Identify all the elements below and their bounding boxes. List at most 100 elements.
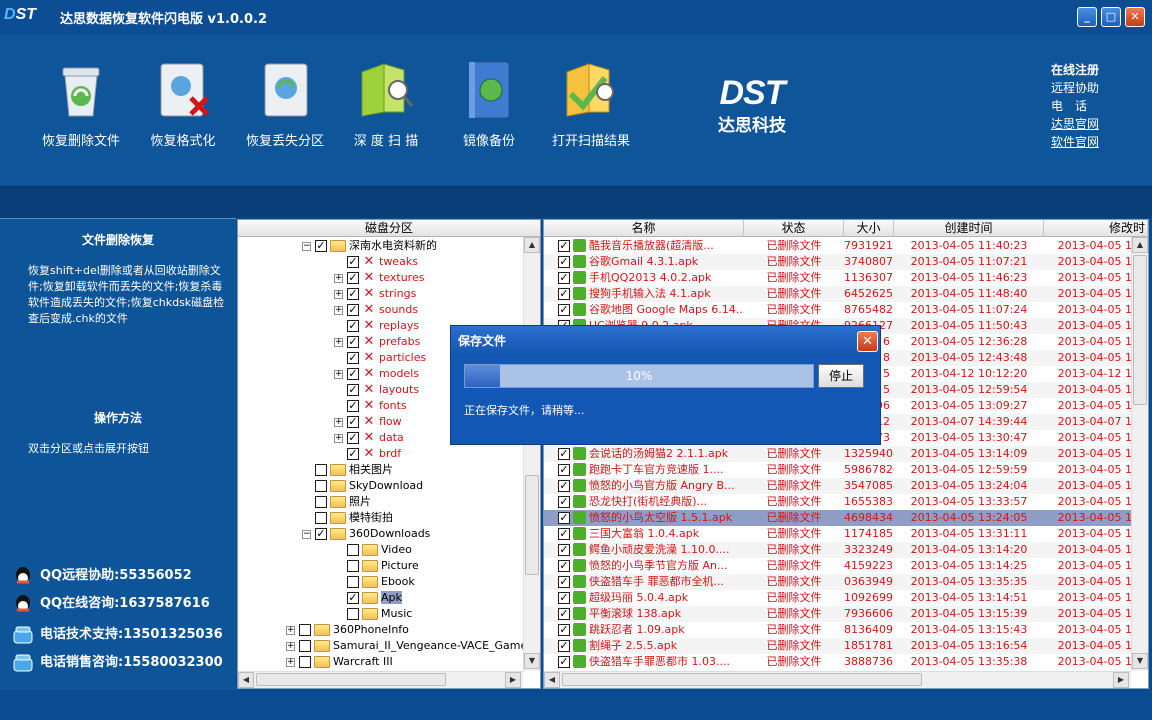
- tree-node[interactable]: Music: [334, 606, 412, 622]
- column-status[interactable]: 状态: [744, 220, 844, 237]
- tree-scroll-thumb[interactable]: [525, 475, 539, 575]
- tree-node[interactable]: + ✓ ✕ flow: [334, 414, 402, 430]
- row-checkbox[interactable]: ✓: [558, 528, 570, 540]
- tree-node[interactable]: ✓ ✕ particles: [334, 350, 426, 366]
- scroll-left-icon[interactable]: ◀: [544, 672, 560, 688]
- tree-hscroll-thumb[interactable]: [256, 673, 446, 686]
- table-row[interactable]: ✓ 平衡滚球 138.apk 已删除文件 7936606 2013-04-05 13:1…: [544, 606, 1132, 622]
- row-checkbox[interactable]: ✓: [558, 512, 570, 524]
- tree-node[interactable]: +360PhoneInfo: [286, 622, 409, 638]
- expand-toggle-icon[interactable]: −: [302, 241, 311, 251]
- contact-qq-online[interactable]: QQ在线咨询:1637587616: [12, 592, 210, 614]
- node-checkbox[interactable]: [347, 560, 359, 572]
- tree-node[interactable]: + ✓ ✕ textures: [334, 270, 424, 286]
- list-horizontal-scrollbar[interactable]: ◀ ▶: [544, 671, 1131, 688]
- tree-node[interactable]: Picture: [334, 558, 419, 574]
- expand-toggle-icon[interactable]: +: [286, 657, 295, 667]
- column-name[interactable]: 名称: [544, 220, 744, 237]
- partition-tree[interactable]: 磁盘分区 − ✓ 深南水电资料新的 ✓ ✕ tweaks + ✓ ✕ textures + ✓ ✕ str…: [237, 219, 541, 689]
- row-checkbox[interactable]: ✓: [558, 592, 570, 604]
- tree-node[interactable]: ✓ ✕ layouts: [334, 382, 419, 398]
- table-row[interactable]: ✓ 愤怒的小鸟季节官方版 An... 已删除文件 41592235 2013-04-05…: [544, 558, 1132, 574]
- node-checkbox[interactable]: ✓: [347, 320, 359, 332]
- node-checkbox[interactable]: ✓: [347, 336, 359, 348]
- scroll-down-icon[interactable]: ▼: [1132, 653, 1148, 669]
- row-checkbox[interactable]: ✓: [558, 256, 570, 268]
- column-modified[interactable]: 修改时: [1044, 220, 1148, 237]
- tree-node[interactable]: − ✓ 360Downloads: [302, 526, 430, 542]
- tree-node[interactable]: + ✓ ✕ strings: [334, 286, 416, 302]
- node-checkbox[interactable]: [315, 480, 327, 492]
- scroll-right-icon[interactable]: ▶: [1113, 672, 1129, 688]
- table-row[interactable]: ✓ 谷歌地图 Google Maps 6.14... 已删除文件 8765482 201…: [544, 302, 1132, 318]
- close-button[interactable]: ✕: [1125, 7, 1145, 27]
- node-checkbox[interactable]: ✓: [347, 288, 359, 300]
- software-site-link[interactable]: 软件官网: [1051, 133, 1099, 151]
- table-row[interactable]: ✓ 侠盗猎车手罪恶都市 1.03.... 已删除文件 3888736 2013-04-0…: [544, 654, 1132, 670]
- tree-node[interactable]: Video: [334, 542, 412, 558]
- tree-node[interactable]: 模特街拍: [302, 510, 393, 526]
- expand-toggle-icon[interactable]: +: [334, 417, 343, 427]
- row-checkbox[interactable]: ✓: [558, 640, 570, 652]
- phone-link[interactable]: 电 话: [1051, 97, 1099, 115]
- node-checkbox[interactable]: ✓: [347, 304, 359, 316]
- column-size[interactable]: 大小: [844, 220, 894, 237]
- table-row[interactable]: ✓ 跳跃忍者 1.09.apk 已删除文件 8136409 2013-04-05 13:…: [544, 622, 1132, 638]
- node-checkbox[interactable]: [299, 640, 311, 652]
- tree-node[interactable]: + Warcraft III: [286, 654, 393, 670]
- file-list[interactable]: 名称 状态 大小 创建时间 修改时 ✓ 酷我音乐播放器(超清版... 已删除文件 79…: [543, 219, 1149, 689]
- table-row[interactable]: ✓ 侠盗猎车手 罪恶都市全机... 已删除文件 03639495 2013-04-05 …: [544, 574, 1132, 590]
- list-scroll-thumb[interactable]: [1133, 255, 1147, 405]
- online-register-link[interactable]: 在线注册: [1051, 61, 1099, 79]
- list-hscroll-thumb[interactable]: [562, 673, 922, 686]
- node-checkbox[interactable]: ✓: [347, 368, 359, 380]
- tree-node[interactable]: + ✓ ✕ models: [334, 366, 419, 382]
- table-row[interactable]: ✓ 超级玛丽 5.0.4.apk 已删除文件 1092699 2013-04-05 13…: [544, 590, 1132, 606]
- table-row[interactable]: ✓ 鳄鱼小顽皮爱洗澡 1.10.0.... 已删除文件 33232498 2013-04…: [544, 542, 1132, 558]
- remote-assist-link[interactable]: 远程协助: [1051, 79, 1099, 97]
- table-row[interactable]: ✓ 搜狗手机输入法 4.1.apk 已删除文件 6452625 2013-04-05 1…: [544, 286, 1132, 302]
- tree-node[interactable]: + ✓ ✕ prefabs: [334, 334, 420, 350]
- node-checkbox[interactable]: ✓: [347, 352, 359, 364]
- tree-node[interactable]: 照片: [302, 494, 371, 510]
- tree-node[interactable]: Ebook: [334, 574, 415, 590]
- contact-phone-sales[interactable]: 电话销售咨询:15580032300: [12, 651, 223, 673]
- node-checkbox[interactable]: [347, 576, 359, 588]
- contact-qq-remote[interactable]: QQ远程协助:55356052: [12, 564, 192, 586]
- tree-vertical-scrollbar[interactable]: ▲ ▼: [523, 237, 540, 671]
- column-created[interactable]: 创建时间: [894, 220, 1044, 237]
- row-checkbox[interactable]: ✓: [558, 608, 570, 620]
- image-backup-button[interactable]: 镜像备份: [456, 58, 522, 149]
- node-checkbox[interactable]: [299, 624, 311, 636]
- expand-toggle-icon[interactable]: +: [334, 337, 343, 347]
- table-row[interactable]: ✓ 酷我音乐播放器(超清版... 已删除文件 7931921 2013-04-05 11…: [544, 238, 1132, 254]
- expand-toggle-icon[interactable]: +: [334, 273, 343, 283]
- tree-node[interactable]: ✓ Apk: [334, 590, 402, 606]
- table-row[interactable]: ✓ 三国大富翁 1.0.4.apk 已删除文件 11741851 2013-04-05 …: [544, 526, 1132, 542]
- scroll-up-icon[interactable]: ▲: [524, 237, 540, 253]
- node-checkbox[interactable]: ✓: [347, 400, 359, 412]
- table-row[interactable]: ✓ 手机QQ2013 4.0.2.apk 已删除文件 11363071 2013-04-…: [544, 270, 1132, 286]
- scroll-up-icon[interactable]: ▲: [1132, 237, 1148, 253]
- table-row[interactable]: ✓ 跑跑卡丁车官方竞速版 1.... 已删除文件 59867820 2013-04-05…: [544, 462, 1132, 478]
- dialog-close-button[interactable]: ✕: [857, 331, 878, 352]
- node-checkbox[interactable]: ✓: [347, 448, 359, 460]
- row-checkbox[interactable]: ✓: [558, 576, 570, 588]
- tree-horizontal-scrollbar[interactable]: ◀ ▶: [238, 671, 523, 688]
- row-checkbox[interactable]: ✓: [558, 496, 570, 508]
- official-site-link[interactable]: 达思官网: [1051, 115, 1099, 133]
- expand-toggle-icon[interactable]: +: [286, 641, 295, 651]
- scroll-right-icon[interactable]: ▶: [505, 672, 521, 688]
- recover-format-button[interactable]: 恢复格式化: [146, 58, 220, 149]
- node-checkbox[interactable]: [315, 512, 327, 524]
- deep-scan-button[interactable]: 深 度 扫 描: [350, 58, 422, 149]
- tree-node[interactable]: + ✓ ✕ data: [334, 430, 404, 446]
- expand-toggle-icon[interactable]: +: [334, 305, 343, 315]
- minimize-button[interactable]: _: [1077, 7, 1097, 27]
- row-checkbox[interactable]: ✓: [558, 560, 570, 572]
- node-checkbox[interactable]: [347, 544, 359, 556]
- tree-node[interactable]: − ✓ 深南水电资料新的: [302, 238, 437, 254]
- row-checkbox[interactable]: ✓: [558, 480, 570, 492]
- tree-node[interactable]: ✓ ✕ brdf: [334, 446, 401, 462]
- expand-toggle-icon[interactable]: +: [334, 369, 343, 379]
